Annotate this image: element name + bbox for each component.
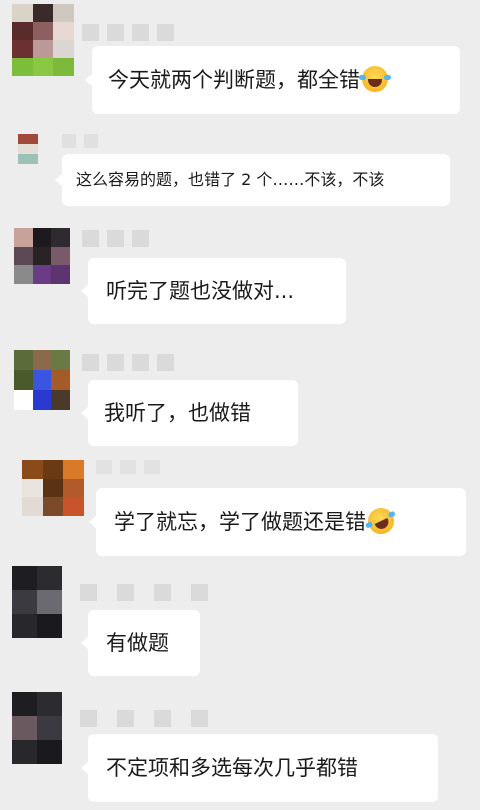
avatar[interactable]	[18, 134, 38, 164]
avatar[interactable]	[22, 460, 84, 516]
message-bubble[interactable]: 学了就忘，学了做题还是错	[89, 488, 466, 556]
sender-name-censored	[80, 710, 208, 727]
message-row: 有做题	[0, 562, 480, 682]
message-row: 这么容易的题，也错了 2 个……不该，不该	[0, 120, 480, 220]
message-row: 不定项和多选每次几乎都错	[0, 686, 480, 810]
message-row: 学了就忘，学了做题还是错	[0, 456, 480, 566]
message-bubble[interactable]: 不定项和多选每次几乎都错	[81, 734, 438, 802]
sender-name-censored	[96, 460, 160, 474]
avatar[interactable]	[12, 692, 62, 764]
message-text: 今天就两个判断题，都全错	[108, 68, 360, 92]
message-bubble[interactable]: 有做题	[81, 610, 200, 676]
sender-name-censored	[62, 134, 98, 148]
sender-name-censored	[80, 584, 208, 601]
avatar[interactable]	[12, 4, 74, 76]
message-bubble[interactable]: 听完了题也没做对...	[81, 258, 346, 324]
avatar[interactable]	[14, 228, 70, 284]
avatar[interactable]	[14, 350, 70, 410]
message-bubble[interactable]: 今天就两个判断题，都全错	[85, 46, 460, 114]
message-row: 听完了题也没做对...	[0, 222, 480, 332]
message-text: 学了就忘，学了做题还是错	[114, 510, 366, 534]
message-bubble[interactable]: 我听了，也做错	[81, 380, 298, 446]
message-text: 不定项和多选每次几乎都错	[106, 756, 358, 780]
message-text: 有做题	[106, 631, 169, 655]
sender-name-censored	[82, 230, 149, 247]
rolling-laughing-emoji-icon	[363, 503, 399, 539]
message-text: 我听了，也做错	[104, 401, 251, 425]
message-text: 听完了题也没做对...	[106, 279, 295, 303]
sender-name-censored	[82, 354, 174, 371]
laughing-tears-emoji-icon	[359, 66, 391, 92]
message-row: 我听了，也做错	[0, 344, 480, 454]
sender-name-censored	[82, 24, 174, 41]
message-text: 这么容易的题，也错了 2 个……不该，不该	[76, 170, 385, 189]
message-bubble[interactable]: 这么容易的题，也错了 2 个……不该，不该	[55, 154, 450, 206]
avatar[interactable]	[12, 566, 62, 638]
message-row: 今天就两个判断题，都全错	[0, 0, 480, 114]
